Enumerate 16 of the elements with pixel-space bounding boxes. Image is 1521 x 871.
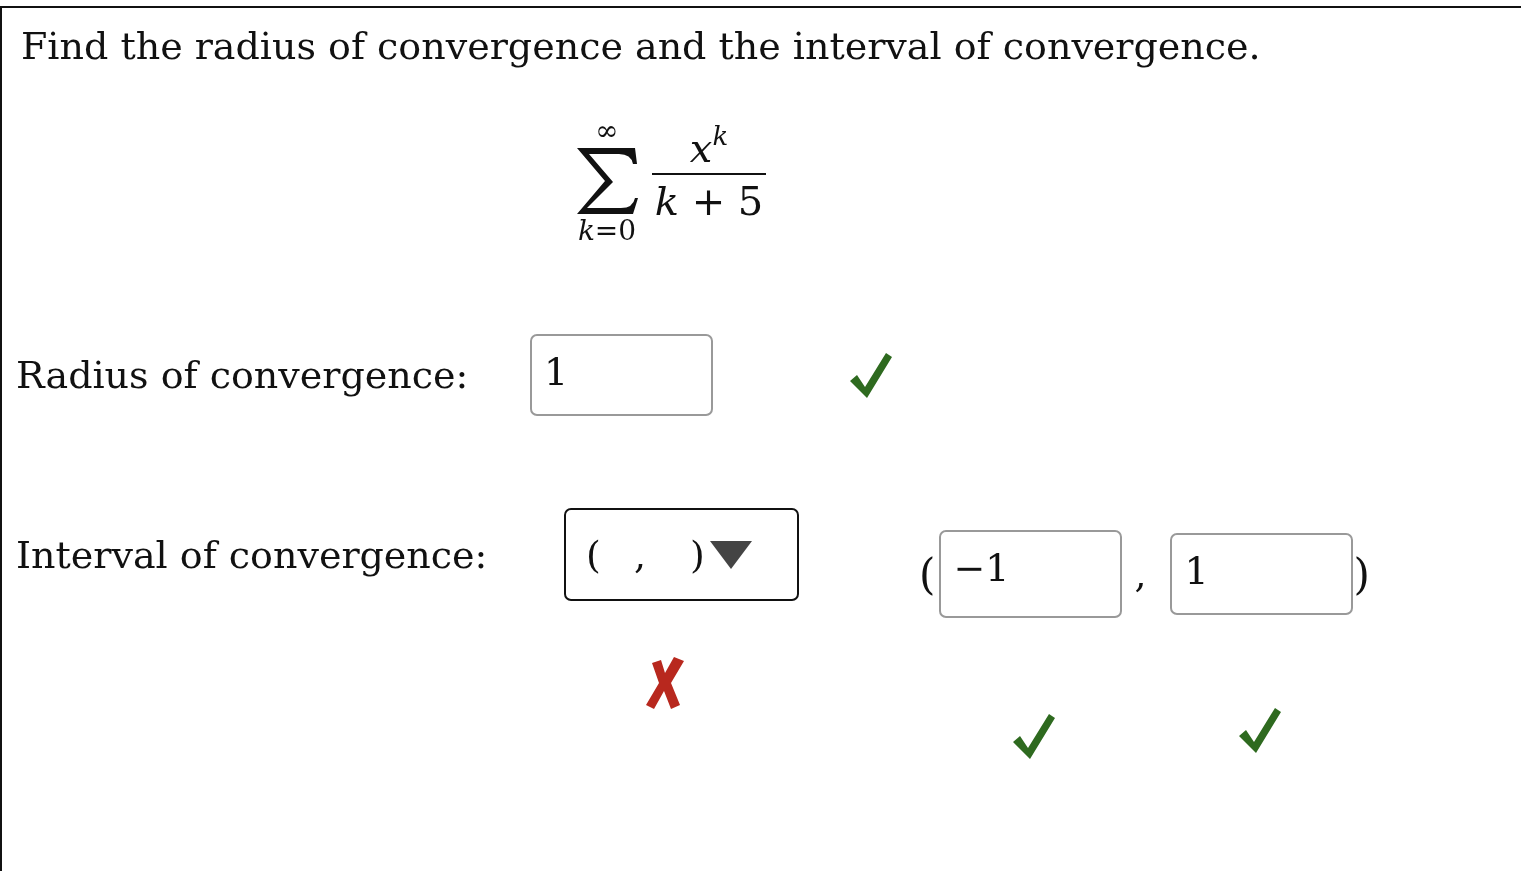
caret-icon [710, 540, 752, 569]
interval-type-dropdown[interactable]: ( , ) [564, 508, 799, 601]
question-text: Find the radius of convergence and the interval of convergence. [20, 23, 1262, 70]
denominator: k + 5 [654, 177, 764, 226]
summation-icon [575, 146, 639, 216]
radius-input[interactable]: 1 [530, 334, 713, 416]
sum-upper-limit: ∞ [595, 116, 619, 146]
upper-bound-input[interactable]: 1 [1170, 533, 1354, 615]
comma: , [1134, 552, 1147, 596]
radius-label: Radius of convergence: [16, 353, 470, 397]
open-parenthesis: ( [919, 549, 936, 599]
sum-lower-limit: k=0 [577, 216, 637, 246]
close-parenthesis: ) [1353, 549, 1370, 599]
lower-bound-input[interactable]: −1 [939, 530, 1123, 618]
interval-label: Interval of convergence: [16, 532, 489, 577]
numerator: x$^{k}$ [689, 123, 729, 173]
